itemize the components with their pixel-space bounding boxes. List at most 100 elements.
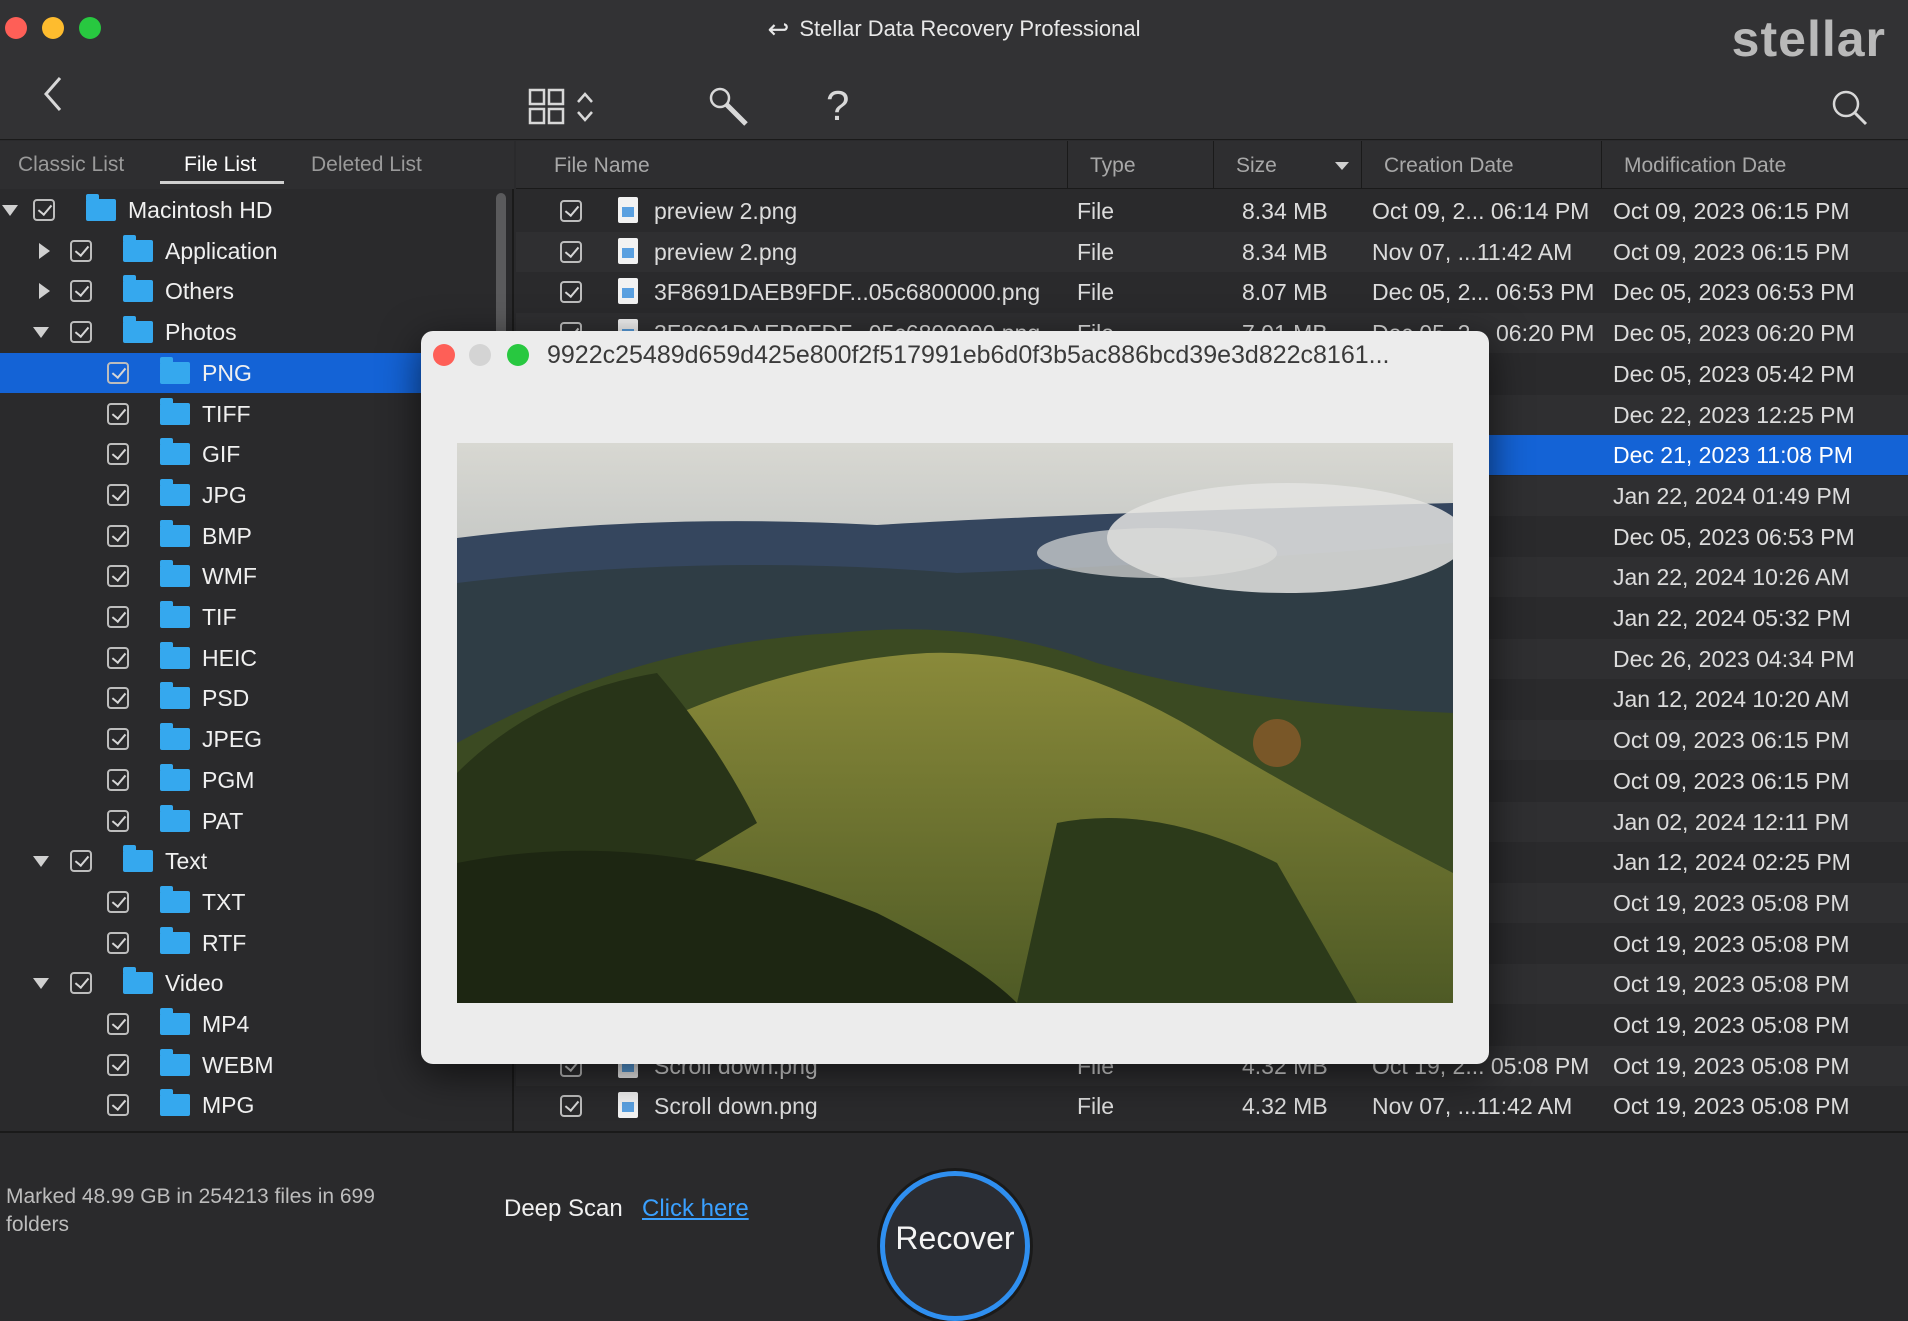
tree-item-label: Macintosh HD — [128, 197, 273, 223]
column-file-name[interactable]: File Name — [516, 141, 1068, 189]
tree-checkbox[interactable] — [107, 1053, 129, 1076]
tree-checkbox[interactable] — [107, 606, 129, 628]
file-checkbox[interactable] — [560, 1095, 582, 1118]
tree-checkbox[interactable] — [70, 972, 92, 995]
folder-icon — [160, 804, 190, 832]
file-type: File — [1077, 238, 1115, 265]
tree-checkbox[interactable] — [70, 280, 92, 303]
disclosure-open-icon[interactable] — [33, 327, 49, 339]
file-modified: Oct 09, 2023 06:15 PM — [1613, 238, 1850, 265]
preview-zoom-button[interactable] — [507, 344, 529, 366]
tree-checkbox[interactable] — [107, 565, 129, 588]
folder-icon — [160, 926, 190, 954]
png-file-icon — [618, 278, 638, 305]
tree-item-others[interactable]: Others — [0, 271, 512, 311]
grid-view-icon[interactable] — [528, 88, 598, 133]
file-checkbox[interactable] — [560, 200, 582, 222]
tree-checkbox[interactable] — [70, 321, 92, 344]
folder-icon — [86, 194, 116, 221]
tree-checkbox[interactable] — [107, 809, 129, 832]
tree-checkbox[interactable] — [33, 199, 55, 221]
file-row[interactable]: preview 2.png File 8.34 MB Nov 07, ...11:42… — [516, 231, 1908, 272]
tree-checkbox[interactable] — [107, 728, 129, 751]
file-modified: Dec 05, 2023 06:53 PM — [1613, 279, 1855, 306]
disclosure-open-icon[interactable] — [2, 205, 18, 216]
wrench-icon[interactable] — [708, 86, 752, 135]
tree-checkbox[interactable] — [107, 361, 129, 384]
tree-checkbox[interactable] — [107, 402, 129, 425]
preview-title: 9922c25489d659d425e800f2f517991eb6d0f3b5… — [547, 341, 1390, 369]
file-checkbox[interactable] — [560, 240, 582, 263]
tree-checkbox[interactable] — [107, 768, 129, 791]
column-creation-date[interactable]: Creation Date — [1362, 141, 1602, 189]
tree-checkbox[interactable] — [107, 524, 129, 547]
file-row[interactable]: preview 2.png File 8.34 MB Oct 09, 2... 06:… — [516, 191, 1908, 231]
preview-minimize-button[interactable] — [469, 344, 491, 366]
tree-item-label: PAT — [202, 807, 244, 834]
folder-icon — [160, 763, 190, 791]
question-icon[interactable]: ? — [826, 82, 849, 130]
recover-button[interactable]: Recover — [880, 1171, 1030, 1321]
tree-checkbox[interactable] — [70, 239, 92, 262]
file-name: preview 2.png — [654, 198, 798, 224]
sort-descending-icon — [1335, 162, 1349, 170]
file-type: File — [1077, 1093, 1115, 1120]
tab-deleted-list[interactable]: Deleted List — [311, 153, 422, 177]
folder-icon — [160, 1089, 190, 1117]
tree-checkbox[interactable] — [107, 687, 129, 710]
file-modified: Oct 19, 2023 05:08 PM — [1613, 889, 1850, 916]
tree-checkbox[interactable] — [107, 483, 129, 506]
file-row[interactable]: Scroll down.png File 4.32 MB Nov 07, ...11:… — [516, 1086, 1908, 1126]
png-file-icon — [618, 1092, 638, 1119]
file-row[interactable]: 3F8691DAEB9FDF...05c6800000.png File 8.07 … — [516, 272, 1908, 312]
file-size: 4.32 MB — [1242, 1093, 1328, 1120]
column-size-label: Size — [1236, 154, 1277, 177]
chevron-left-icon[interactable] — [40, 74, 66, 119]
column-type[interactable]: Type — [1068, 141, 1214, 189]
tree-checkbox[interactable] — [107, 646, 129, 669]
file-modified: Dec 26, 2023 04:34 PM — [1613, 645, 1855, 672]
file-modified: Dec 21, 2023 11:08 PM — [1613, 442, 1853, 469]
tree-item-application[interactable]: Application — [0, 231, 512, 271]
file-modified: Oct 19, 2023 05:08 PM — [1613, 1093, 1850, 1120]
tree-checkbox[interactable] — [107, 890, 129, 913]
tree-item-mpg[interactable]: MPG — [0, 1085, 512, 1125]
tree-checkbox[interactable] — [107, 443, 129, 466]
column-size[interactable]: Size — [1214, 141, 1362, 189]
tree-checkbox[interactable] — [107, 1013, 129, 1035]
disclosure-closed-icon[interactable] — [39, 242, 50, 259]
folder-icon — [160, 356, 190, 384]
folder-icon — [160, 438, 190, 466]
tree-checkbox[interactable] — [70, 850, 92, 873]
tree-item-label: TIF — [202, 604, 237, 630]
folder-icon — [160, 682, 190, 710]
file-checkbox[interactable] — [560, 281, 582, 304]
disclosure-open-icon[interactable] — [33, 856, 49, 868]
file-modified: Oct 19, 2023 05:08 PM — [1613, 930, 1850, 957]
tree-item-label: JPG — [202, 481, 247, 508]
file-type: File — [1077, 279, 1115, 306]
title-bar: ↩ Stellar Data Recovery Professional stel… — [0, 0, 1908, 67]
preview-close-button[interactable] — [433, 344, 455, 366]
disclosure-closed-icon[interactable] — [39, 283, 50, 300]
deep-scan-link[interactable]: Click here — [642, 1195, 749, 1223]
tab-classic-list[interactable]: Classic List — [18, 153, 124, 177]
sidebar-scrollbar[interactable] — [496, 193, 506, 343]
folder-icon — [123, 845, 153, 873]
tree-item-label: PGM — [202, 766, 255, 793]
column-modification-date[interactable]: Modification Date — [1602, 141, 1908, 189]
tree-checkbox[interactable] — [107, 931, 129, 954]
tree-item-label: PSD — [202, 685, 250, 712]
tree-item-macintosh-hd[interactable]: Macintosh HD — [0, 190, 512, 230]
tab-file-list[interactable]: File List — [184, 153, 256, 177]
tree-item-label: WMF — [202, 563, 257, 590]
file-modified: Dec 05, 2023 06:20 PM — [1613, 320, 1855, 347]
file-size: 8.34 MB — [1242, 238, 1328, 265]
tree-checkbox[interactable] — [107, 1094, 129, 1117]
search-icon[interactable] — [1830, 88, 1870, 133]
folder-icon — [123, 967, 153, 995]
folder-icon — [160, 723, 190, 751]
disclosure-open-icon[interactable] — [33, 978, 49, 990]
tree-item-label: TXT — [202, 888, 246, 915]
deep-scan-label: Deep Scan — [504, 1195, 623, 1222]
